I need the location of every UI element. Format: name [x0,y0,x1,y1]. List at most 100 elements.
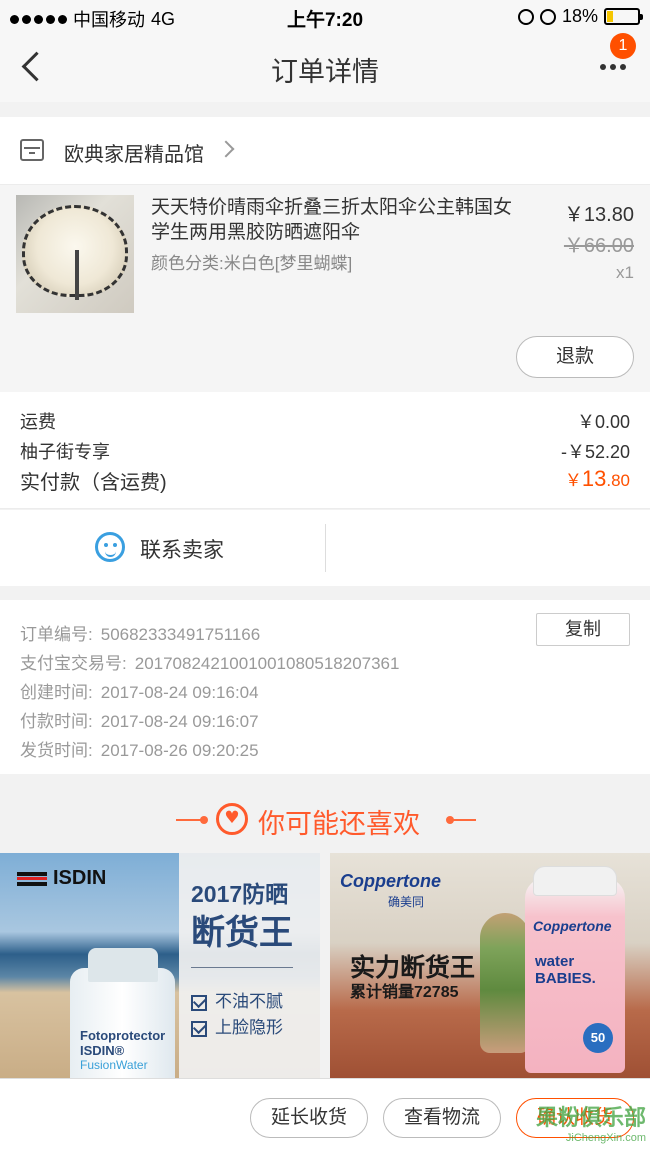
ad1-bullet: 上脸隐形 [191,1013,283,1038]
bottle-label-line1: Fotoprotector [80,1028,166,1043]
alipay-number-row: 支付宝交易号: 2017082421001001080518207361 [20,649,399,674]
decor-dot [200,816,208,824]
coppertone-bottle: Coppertone water BABIES. 50 [525,866,625,1073]
info-label: 订单编号: [20,625,93,644]
product-quantity: x1 [616,263,634,282]
divider [325,524,326,572]
nav-bar: 订单详情 1 [0,32,650,102]
shop-name: 欧典家居精品馆 [64,144,204,166]
battery-percent: 18% [561,6,598,26]
battery-icon [604,8,643,25]
ad1-bullet-text: 不油不腻 [215,992,283,1011]
order-number-row: 订单编号: 50682333491751166 [20,620,260,645]
chat-icon [95,532,125,562]
product-image[interactable] [16,195,134,313]
bottle-sublabel: FusionWater [80,1058,148,1072]
heart-icon [216,803,248,835]
discount-label: 柚子街专享 [20,442,110,462]
store-icon [20,139,44,161]
order-item[interactable]: 天天特价晴雨伞折叠三折太阳伞公主韩国女学生两用黑胶防晒遮阳伞 颜色分类:米白色[… [0,185,650,392]
recommend-ad-isdin[interactable]: ISDIN Fotoprotector ISDIN® FusionWater 20… [0,853,320,1078]
info-value: 2017-08-24 09:16:07 [100,712,259,731]
product-title: 天天特价晴雨伞折叠三折太阳伞公主韩国女学生两用黑胶防晒遮阳伞 [151,197,513,243]
ad1-bullet-text: 上脸隐形 [215,1018,283,1037]
info-label: 支付宝交易号: [20,654,127,673]
rotation-lock-icon [517,8,534,25]
bottle-label-line2: BABIES. [535,970,596,987]
decor-line [176,819,202,821]
info-value: 2017-08-26 09:20:25 [100,741,259,760]
product-price: ￥13.80 [563,204,634,226]
info-value: 50682333491751166 [100,625,261,644]
watermark: 果粉俱乐部 JiChengXin.com [536,1100,646,1144]
info-label: 发货时间: [20,741,93,760]
shop-header[interactable]: 欧典家居精品馆 [0,117,650,185]
info-value: 2017-08-24 09:16:04 [100,683,259,702]
bottle-label: Fotoprotector ISDIN® [80,1028,165,1058]
status-bar: 中国移动 4G 上午7:20 18% [0,0,650,32]
contact-bar: 联系卖家 [0,510,650,586]
shop-card: 欧典家居精品馆 天天特价晴雨伞折叠三折太阳伞公主韩国女学生两用黑胶防晒遮阳伞 颜… [0,117,650,392]
alarm-icon [539,8,556,25]
recommend-header: 你可能还喜欢 [0,790,650,850]
flag-icon [17,871,47,886]
total-decimal: .80 [606,471,630,490]
shipping-value: ￥0.00 [576,412,630,432]
total-row: 实付款（含运费) ￥13.80 [20,466,630,495]
contact-seller-label: 联系卖家 [140,539,224,562]
recommend-ad-coppertone[interactable]: Coppertone 确美同 实力断货王 累计销量72785 Copperton… [330,853,650,1078]
shipped-time-row: 发货时间: 2017-08-26 09:20:25 [20,736,259,761]
total-label: 实付款（含运费) [20,472,167,494]
recommend-title: 你可能还喜欢 [258,809,420,839]
more-button[interactable] [600,60,630,74]
copy-button[interactable]: 复制 [536,613,630,646]
order-info: 订单编号: 50682333491751166 复制 支付宝交易号: 2017082… [0,600,650,774]
chevron-right-icon [217,140,235,158]
bottle-label: water BABIES. [535,953,596,987]
decor-line [450,819,476,821]
shipping-label: 运费 [20,412,56,432]
product-original-price: ￥66.00 [563,235,634,257]
watermark-url: JiChengXin.com [565,1132,646,1144]
discount-row: 柚子街专享 -￥52.20 [20,438,630,464]
cartoon-girl-image [480,913,530,1053]
bottle-cap [88,948,158,982]
view-logistics-button[interactable]: 查看物流 [383,1098,501,1138]
umbrella-image [22,205,128,300]
total-integer: 13 [581,466,607,491]
isdin-logo: ISDIN [17,867,106,890]
shipping-row: 运费 ￥0.00 [20,408,630,434]
bottle-brand: Coppertone [533,918,612,934]
spf-badge: 50 [583,1023,613,1053]
ad2-subheadline: 累计销量72785 [350,984,459,1001]
created-time-row: 创建时间: 2017-08-24 09:16:04 [20,678,259,703]
page-title: 订单详情 [271,57,379,87]
bottle-label-line2: ISDIN® [80,1043,125,1058]
info-label: 创建时间: [20,683,93,702]
ad1-bullet: 不油不腻 [191,987,283,1012]
isdin-bottle: Fotoprotector ISDIN® FusionWater [70,948,175,1078]
watermark-text: 果粉俱乐部 [535,1105,646,1130]
checkbox-icon [191,994,207,1011]
total-currency: ￥ [564,471,582,490]
bottle-label-line1: water [535,953,575,970]
ad1-subheadline: 断货王 [191,914,293,952]
coppertone-logo-cn: 确美同 [388,895,425,909]
status-right: 18% [517,6,643,27]
notification-badge: 1 [610,33,636,59]
product-sku: 颜色分类:米白色[梦里蝴蝶] [151,254,353,273]
info-label: 付款时间: [20,712,93,731]
checkbox-icon [191,1020,207,1037]
info-value: 2017082421001001080518207361 [134,654,400,673]
refund-button[interactable]: 退款 [516,336,634,378]
paid-time-row: 付款时间: 2017-08-24 09:16:07 [20,707,259,732]
ad1-headline: 2017防晒 [191,881,289,907]
bottle-cap [533,866,617,896]
isdin-brand: ISDIN [53,867,107,889]
divider [191,967,293,968]
contact-seller-button[interactable]: 联系卖家 [0,510,325,586]
discount-value: -￥52.20 [560,442,630,462]
extend-receipt-button[interactable]: 延长收货 [250,1098,368,1138]
coppertone-logo: Coppertone [340,871,441,891]
total-value: ￥13.80 [565,466,630,492]
